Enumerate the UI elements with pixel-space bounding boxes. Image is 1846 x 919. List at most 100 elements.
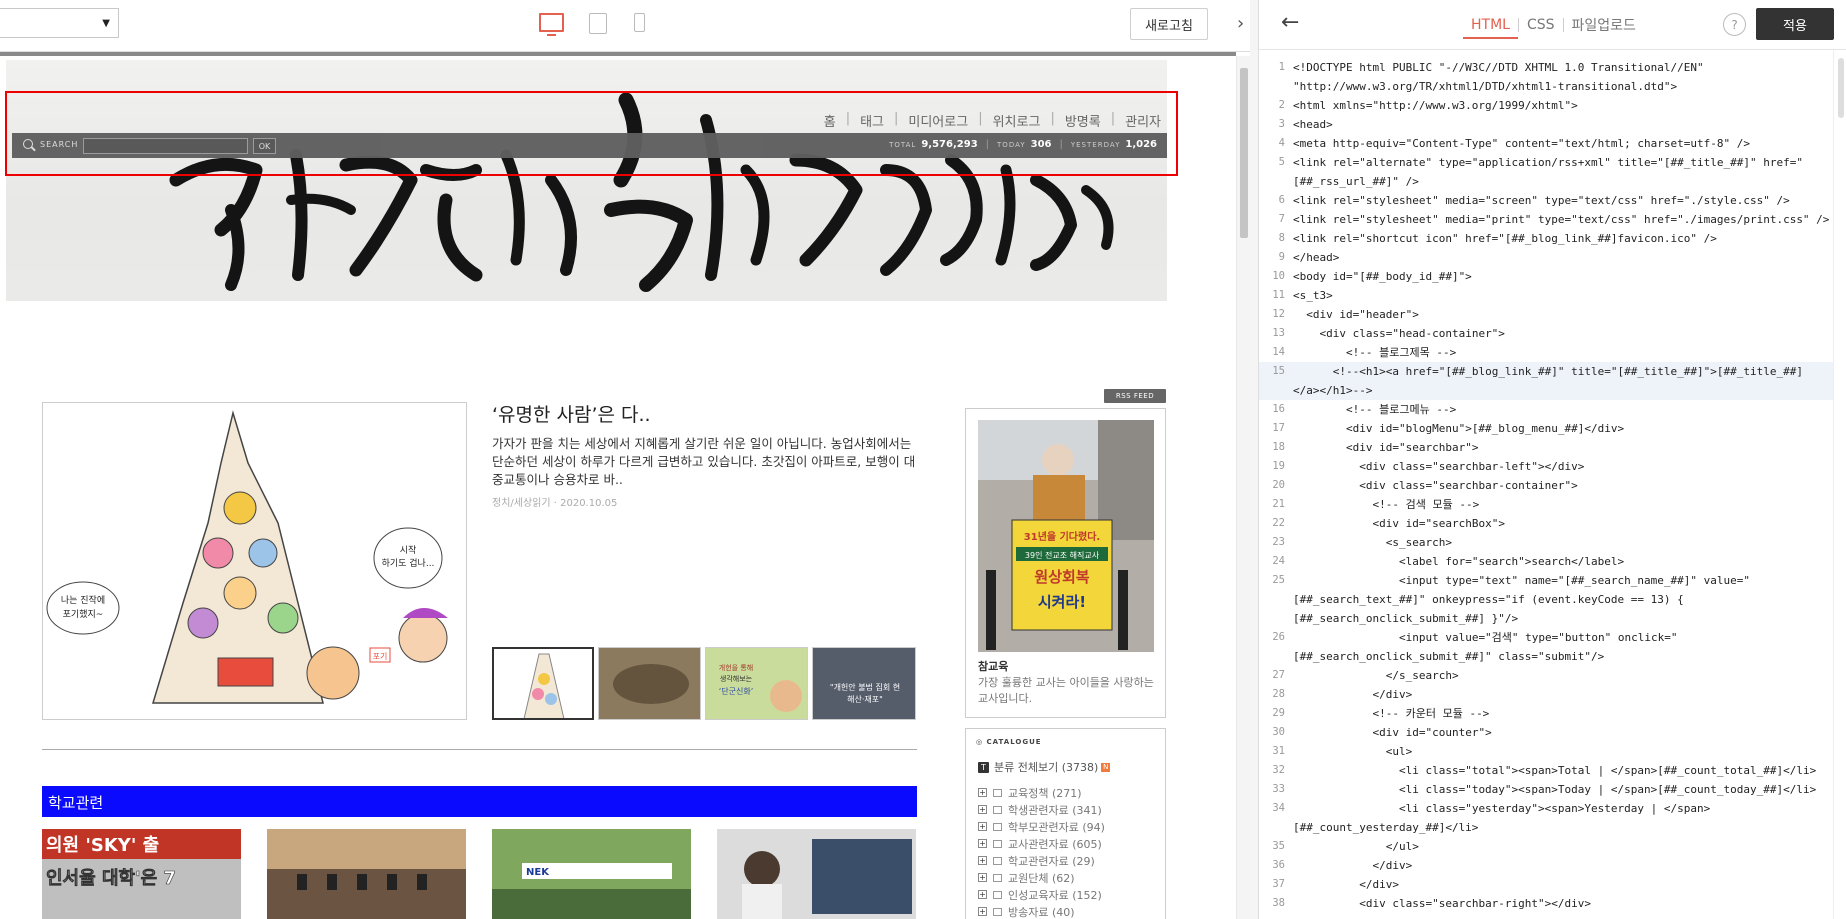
code-line[interactable]: 22 <div id="searchBox"> xyxy=(1259,514,1833,533)
tab-css[interactable]: CSS xyxy=(1519,17,1563,33)
post-thumbnail[interactable] xyxy=(598,647,701,720)
category-item[interactable]: + 학교관련자료 (29) xyxy=(978,852,1105,869)
chevron-right-icon[interactable]: › xyxy=(1237,13,1244,34)
post-thumbnail[interactable]: "개헌안 불법 집회 현 해산·재포" xyxy=(812,647,916,720)
code-line[interactable]: 31 <ul> xyxy=(1259,742,1833,761)
code-line[interactable]: 15 <!--<h1><a href="[##_blog_link_##]" t… xyxy=(1259,362,1833,400)
code-line[interactable]: 13 <div class="head-container"> xyxy=(1259,324,1833,343)
category-item[interactable]: + 학생관련자료 (341) xyxy=(978,801,1105,818)
expand-plus-icon[interactable]: + xyxy=(978,907,987,916)
expand-plus-icon[interactable]: + xyxy=(978,873,987,882)
code-text: <link rel="stylesheet" media="screen" ty… xyxy=(1293,194,1790,207)
post-thumbnail[interactable] xyxy=(492,647,594,720)
code-line[interactable]: 1 <!DOCTYPE html PUBLIC "-//W3C//DTD XHTM… xyxy=(1259,58,1833,96)
category-post-thumbnail[interactable]: 의원 'SKY' 출 인서울 대학'은 7 xyxy=(42,829,241,919)
back-arrow-icon[interactable]: ← xyxy=(1281,10,1299,35)
preview-scrollbar-thumb[interactable] xyxy=(1240,68,1248,238)
category-section-header[interactable]: 학교관련 xyxy=(42,786,917,817)
code-line[interactable]: 12 <div id="header"> xyxy=(1259,305,1833,324)
category-item[interactable]: + 학부모관련자료 (94) xyxy=(978,818,1105,835)
code-line[interactable]: 38 <div class="searchbar-right"></div> xyxy=(1259,894,1833,913)
code-line[interactable]: 24 <label for="search">search</label> xyxy=(1259,552,1833,571)
category-post-thumbnail[interactable] xyxy=(717,829,916,919)
post-thumbnail[interactable]: 개헌을 통해 생각해보는 ‘단군신화’ xyxy=(705,647,808,720)
section-divider xyxy=(42,749,917,750)
cartoon-illustration: 나는 진작에 포기했지~ 시작 하기도 겁나... 포기 xyxy=(43,403,466,719)
svg-text:‘단군신화’: ‘단군신화’ xyxy=(719,686,754,696)
code-line[interactable]: 17 <div id="blogMenu">[##_blog_menu_##]<… xyxy=(1259,419,1833,438)
code-line[interactable]: 5 <link rel="alternate" type="application… xyxy=(1259,153,1833,191)
code-line[interactable]: 18 <div id="searchbar"> xyxy=(1259,438,1833,457)
expand-plus-icon[interactable]: + xyxy=(978,839,987,848)
svg-text:시작: 시작 xyxy=(400,545,417,556)
expand-plus-icon[interactable]: + xyxy=(978,890,987,899)
skin-dropdown[interactable]: ▼ xyxy=(0,8,119,38)
code-line[interactable]: 16 <!-- 블로그메뉴 --> xyxy=(1259,400,1833,419)
code-line[interactable]: 28 </div> xyxy=(1259,685,1833,704)
code-line[interactable]: 34 <li class="yesterday"><span>Yesterday… xyxy=(1259,799,1833,837)
expand-plus-icon[interactable]: + xyxy=(978,788,987,797)
line-number: 36 xyxy=(1272,859,1285,871)
line-number: 35 xyxy=(1272,840,1285,852)
category-item[interactable]: + 교사관련자료 (605) xyxy=(978,835,1105,852)
category-post-thumbnail[interactable]: NEK xyxy=(492,829,691,919)
code-line[interactable]: 37 </div> xyxy=(1259,875,1833,894)
code-line[interactable]: 8 <link rel="shortcut icon" href="[##_blo… xyxy=(1259,229,1833,248)
code-line[interactable]: 10 <body id="[##_body_id_##]"> xyxy=(1259,267,1833,286)
code-line[interactable]: 30 <div id="counter"> xyxy=(1259,723,1833,742)
code-line[interactable]: 7 <link rel="stylesheet" media="print" ty… xyxy=(1259,210,1833,229)
expand-plus-icon[interactable]: + xyxy=(978,856,987,865)
code-line[interactable]: 29 <!-- 카운터 모듈 --> xyxy=(1259,704,1833,723)
code-line[interactable]: 3 <head> xyxy=(1259,115,1833,134)
code-line[interactable]: 25 <input type="text" name="[##_search_n… xyxy=(1259,571,1833,628)
line-number: 14 xyxy=(1272,346,1285,358)
preview-scrollbar[interactable] xyxy=(1236,56,1250,919)
profile-name: 참교육 xyxy=(978,660,1009,673)
code-line[interactable]: 32 <li class="total"><span>Total | </spa… xyxy=(1259,761,1833,780)
folder-icon xyxy=(993,788,1002,797)
code-line[interactable]: 6 <link rel="stylesheet" media="screen" t… xyxy=(1259,191,1833,210)
code-line[interactable]: 23 <s_search> xyxy=(1259,533,1833,552)
code-line[interactable]: 19 <div class="searchbar-left"></div> xyxy=(1259,457,1833,476)
code-line[interactable]: 9 </head> xyxy=(1259,248,1833,267)
help-button[interactable]: ? xyxy=(1723,13,1746,36)
category-item[interactable]: + 방송자료 (40) xyxy=(978,903,1105,919)
apply-button[interactable]: 적용 xyxy=(1756,8,1834,40)
category-item[interactable]: + 교원단체 (62) xyxy=(978,869,1105,886)
expand-plus-icon[interactable]: + xyxy=(978,805,987,814)
code-line[interactable]: 4 <meta http-equiv="Content-Type" content… xyxy=(1259,134,1833,153)
code-line[interactable]: 26 <input value="검색" type="button" oncli… xyxy=(1259,628,1833,666)
category-item[interactable]: + 인성교육자료 (152) xyxy=(978,886,1105,903)
code-area[interactable]: 1 <!DOCTYPE html PUBLIC "-//W3C//DTD XHTM… xyxy=(1259,58,1833,919)
line-number: 29 xyxy=(1272,707,1285,719)
category-label: 교원단체 (62) xyxy=(1008,871,1075,885)
editor-scrollbar-thumb[interactable] xyxy=(1838,58,1844,118)
category-post-thumbnail[interactable] xyxy=(267,829,466,919)
post-title[interactable]: ‘유명한 사람’은 다.. xyxy=(492,400,651,427)
code-text: <div id="header"> xyxy=(1293,308,1419,321)
post-featured-image[interactable]: 나는 진작에 포기했지~ 시작 하기도 겁나... 포기 xyxy=(42,402,467,720)
code-line[interactable]: 14 <!-- 블로그제목 --> xyxy=(1259,343,1833,362)
refresh-button[interactable]: 새로고침 xyxy=(1130,8,1208,40)
post-meta: 정치/세상읽기 · 2020.10.05 xyxy=(492,498,618,509)
code-line[interactable]: 21 <!-- 검색 모듈 --> xyxy=(1259,495,1833,514)
tab-html[interactable]: HTML xyxy=(1463,17,1518,39)
code-line[interactable]: 20 <div class="searchbar-container"> xyxy=(1259,476,1833,495)
code-line[interactable]: 36 </div> xyxy=(1259,856,1833,875)
code-line[interactable]: 27 </s_search> xyxy=(1259,666,1833,685)
code-line[interactable]: 35 </ul> xyxy=(1259,837,1833,856)
rss-feed-badge[interactable]: RSS FEED xyxy=(1104,389,1166,403)
desktop-view-icon[interactable] xyxy=(539,13,564,36)
code-line[interactable]: 2 <html xmlns="http://www.w3.org/1999/xht… xyxy=(1259,96,1833,115)
mobile-view-icon[interactable] xyxy=(634,13,645,32)
category-item[interactable]: + 교육정책 (271) xyxy=(978,784,1105,801)
code-line[interactable]: 33 <li class="today"><span>Today | </spa… xyxy=(1259,780,1833,799)
tab-file-upload[interactable]: 파일업로드 xyxy=(1564,15,1644,35)
tablet-view-icon[interactable] xyxy=(589,13,607,34)
editor-scrollbar[interactable] xyxy=(1833,50,1846,919)
code-line[interactable]: 11 <s_t3> xyxy=(1259,286,1833,305)
preview-toolbar: ▼ 새로고침 xyxy=(0,0,1236,52)
expand-plus-icon[interactable]: + xyxy=(978,822,987,831)
profile-photo[interactable]: 31년을 기다렸다. 39인 전교조 해직교사 원상회복 시켜라! xyxy=(978,420,1154,652)
category-all-link[interactable]: T 분류 전체보기 (3738) N xyxy=(978,759,1111,775)
